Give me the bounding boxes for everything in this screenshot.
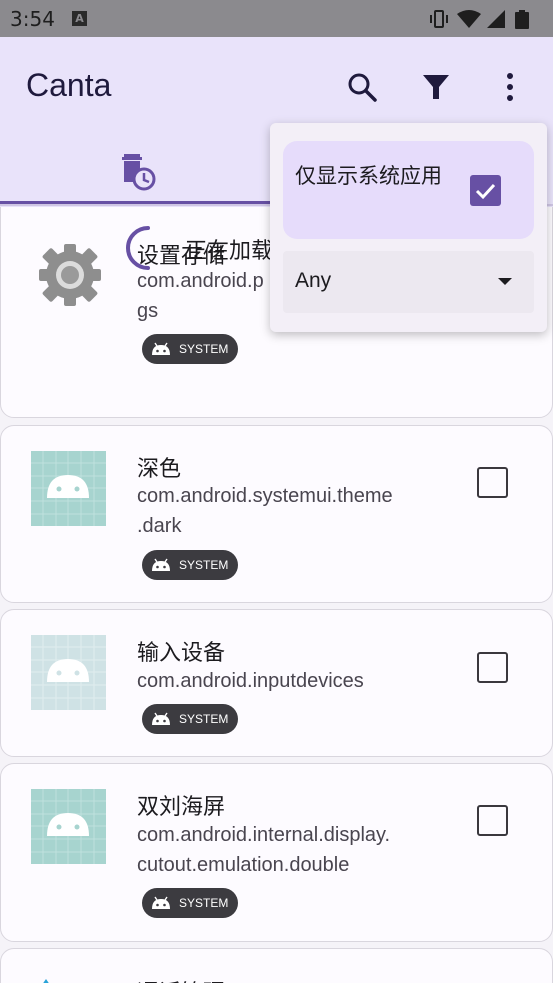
- app-name: 输入设备: [137, 641, 226, 666]
- app-package: com.android.internal.display. cutout.emu…: [137, 824, 391, 876]
- system-badge-label: SYSTEM: [179, 712, 229, 726]
- app-select-checkbox[interactable]: [477, 805, 508, 836]
- show-system-apps-label: 仅显示系统应用: [295, 164, 442, 188]
- dropdown-arrow-icon: [498, 278, 512, 285]
- call-management-icon: [43, 979, 49, 983]
- show-system-apps-option[interactable]: 仅显示系统应用: [283, 141, 534, 239]
- app-card-dark[interactable]: 深色 com.android.systemui.theme .dark SYST…: [0, 425, 553, 603]
- system-badge-label: SYSTEM: [179, 342, 229, 356]
- app-package: com.android.systemui.theme .dark: [137, 485, 393, 537]
- app-name: 双刘海屏: [137, 795, 226, 820]
- app-name: 通话管理: [137, 975, 225, 983]
- progress-spinner-icon: [126, 226, 150, 270]
- app-type-dropdown[interactable]: Any: [283, 251, 534, 313]
- filter-button[interactable]: [414, 65, 458, 109]
- app-card-call-management[interactable]: 通话管理: [0, 948, 553, 983]
- app-select-checkbox[interactable]: [477, 652, 508, 683]
- search-button[interactable]: [340, 65, 384, 109]
- android-small-icon: [152, 558, 170, 571]
- app-package: com.android.inputdevices: [137, 670, 364, 692]
- app-select-checkbox[interactable]: [477, 467, 508, 498]
- show-system-apps-checkbox[interactable]: [470, 175, 501, 206]
- system-badge: SYSTEM: [142, 888, 238, 918]
- android-icon: [31, 635, 106, 710]
- system-status-icons: [430, 10, 529, 29]
- app-type-value: Any: [295, 269, 332, 292]
- vibrate-icon: [430, 10, 448, 28]
- system-badge: SYSTEM: [142, 334, 238, 364]
- checkmark-icon: [475, 183, 496, 200]
- app-card-input-devices[interactable]: 输入设备 com.android.inputdevices SYSTEM: [0, 609, 553, 757]
- loading-text: 正在加载: [185, 239, 274, 264]
- app-name: 深色: [137, 457, 182, 482]
- app-title: Canta: [26, 67, 112, 103]
- more-vert-icon: [507, 73, 513, 101]
- android-icon: [31, 789, 106, 864]
- tab-uninstalled[interactable]: [118, 152, 158, 192]
- android-small-icon: [152, 342, 170, 355]
- app-card-double-cutout[interactable]: 双刘海屏 com.android.internal.display. cutou…: [0, 763, 553, 942]
- system-badge-label: SYSTEM: [179, 558, 229, 572]
- system-badge: SYSTEM: [142, 704, 238, 734]
- signal-icon: [487, 10, 505, 28]
- more-options-button[interactable]: [488, 65, 532, 109]
- search-icon: [348, 73, 377, 102]
- filter-menu: 仅显示系统应用 Any: [270, 123, 547, 332]
- notification-a-icon: A: [72, 11, 87, 26]
- battery-icon: [515, 10, 529, 29]
- android-small-icon: [152, 896, 170, 909]
- filter-icon: [423, 75, 449, 99]
- status-time: 3:54: [10, 7, 55, 31]
- status-bar: 3:54 A: [0, 0, 553, 37]
- system-badge: SYSTEM: [142, 550, 238, 580]
- system-badge-label: SYSTEM: [179, 896, 229, 910]
- delete-schedule-icon: [122, 154, 156, 191]
- wifi-icon: [457, 10, 481, 28]
- android-small-icon: [152, 712, 170, 725]
- android-icon: [31, 451, 106, 526]
